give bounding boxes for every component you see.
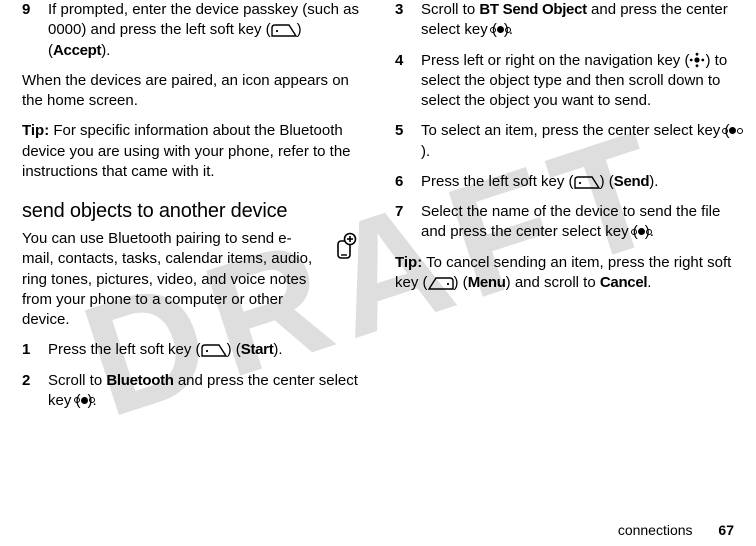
text: ) ( bbox=[600, 173, 614, 190]
text: To select an item, press the center sele… bbox=[421, 122, 729, 139]
right-column: 3 Scroll to BT Send Object and press the… bbox=[395, 0, 738, 536]
step-text: Scroll to BT Send Object and press the c… bbox=[421, 0, 738, 41]
navigation-key-icon bbox=[689, 52, 705, 68]
bluetooth-device-icon bbox=[329, 231, 359, 261]
tip-label: Tip: bbox=[395, 254, 422, 271]
step-number: 1 bbox=[22, 340, 36, 360]
left-soft-key-icon bbox=[271, 24, 297, 37]
text: ). bbox=[421, 143, 430, 160]
step-number: 3 bbox=[395, 0, 409, 41]
center-select-key-icon bbox=[81, 397, 88, 404]
step-text: Press left or right on the navigation ke… bbox=[421, 51, 738, 112]
send-label: Send bbox=[614, 173, 649, 190]
page-footer: connections 67 bbox=[618, 522, 734, 538]
step-2: 2 Scroll to Bluetooth and press the cent… bbox=[22, 371, 365, 412]
accept-label: Accept bbox=[53, 42, 101, 59]
tip-text: For specific information about the Bluet… bbox=[22, 122, 351, 180]
tip-paragraph-right: Tip: To cancel sending an item, press th… bbox=[395, 253, 738, 294]
text: Press the left soft key ( bbox=[48, 341, 201, 358]
step-text: Scroll to Bluetooth and press the center… bbox=[48, 371, 365, 412]
step-text: If prompted, enter the device passkey (s… bbox=[48, 0, 365, 61]
center-select-key-icon bbox=[497, 26, 504, 33]
text: Scroll to bbox=[48, 372, 106, 389]
text: ). bbox=[101, 42, 110, 59]
step-1: 1 Press the left soft key ( ) (Start). bbox=[22, 340, 365, 360]
step-number: 5 bbox=[395, 121, 409, 162]
step-text: To select an item, press the center sele… bbox=[421, 121, 738, 162]
step-text: Press the left soft key ( ) (Send). bbox=[421, 172, 738, 192]
center-select-key-icon bbox=[638, 228, 645, 235]
text: . bbox=[647, 274, 651, 291]
step-number: 7 bbox=[395, 202, 409, 243]
text: ) and scroll to bbox=[506, 274, 600, 291]
text: Select the name of the device to send th… bbox=[421, 203, 720, 240]
right-soft-key-icon bbox=[428, 277, 454, 290]
text: ). bbox=[273, 341, 282, 358]
page-number: 67 bbox=[718, 522, 734, 538]
text: If prompted, enter the device passkey (s… bbox=[48, 1, 359, 38]
step-7: 7 Select the name of the device to send … bbox=[395, 202, 738, 243]
text: ) ( bbox=[227, 341, 241, 358]
center-select-key-icon bbox=[729, 127, 736, 134]
step-number: 6 bbox=[395, 172, 409, 192]
left-soft-key-icon bbox=[574, 176, 600, 189]
step-number: 4 bbox=[395, 51, 409, 112]
step-4: 4 Press left or right on the navigation … bbox=[395, 51, 738, 112]
left-column: 9 If prompted, enter the device passkey … bbox=[22, 0, 365, 536]
step-9: 9 If prompted, enter the device passkey … bbox=[22, 0, 365, 61]
bt-send-object-label: BT Send Object bbox=[479, 1, 586, 18]
step-3: 3 Scroll to BT Send Object and press the… bbox=[395, 0, 738, 41]
step-text: Press the left soft key ( ) (Start). bbox=[48, 340, 365, 360]
start-label: Start bbox=[241, 341, 274, 358]
step-number: 2 bbox=[22, 371, 36, 412]
text: ). bbox=[649, 173, 658, 190]
step-6: 6 Press the left soft key ( ) (Send). bbox=[395, 172, 738, 192]
menu-label: Menu bbox=[468, 274, 506, 291]
text: ) ( bbox=[454, 274, 468, 291]
footer-section: connections bbox=[618, 522, 693, 538]
paired-paragraph: When the devices are paired, an icon app… bbox=[22, 71, 365, 112]
section-heading: send objects to another device bbox=[22, 200, 365, 223]
text: Scroll to bbox=[421, 1, 479, 18]
intro-text: You can use Bluetooth pairing to send e-… bbox=[22, 230, 312, 328]
text: Press the left soft key ( bbox=[421, 173, 574, 190]
left-soft-key-icon bbox=[201, 344, 227, 357]
cancel-label: Cancel bbox=[600, 274, 647, 291]
intro-paragraph: You can use Bluetooth pairing to send e-… bbox=[22, 229, 365, 330]
step-number: 9 bbox=[22, 0, 36, 61]
tip-paragraph: Tip: For specific information about the … bbox=[22, 121, 365, 182]
tip-label: Tip: bbox=[22, 122, 49, 139]
page-container: 9 If prompted, enter the device passkey … bbox=[0, 0, 756, 546]
text: Press left or right on the navigation ke… bbox=[421, 52, 689, 69]
bluetooth-label: Bluetooth bbox=[106, 372, 173, 389]
step-5: 5 To select an item, press the center se… bbox=[395, 121, 738, 162]
step-text: Select the name of the device to send th… bbox=[421, 202, 738, 243]
